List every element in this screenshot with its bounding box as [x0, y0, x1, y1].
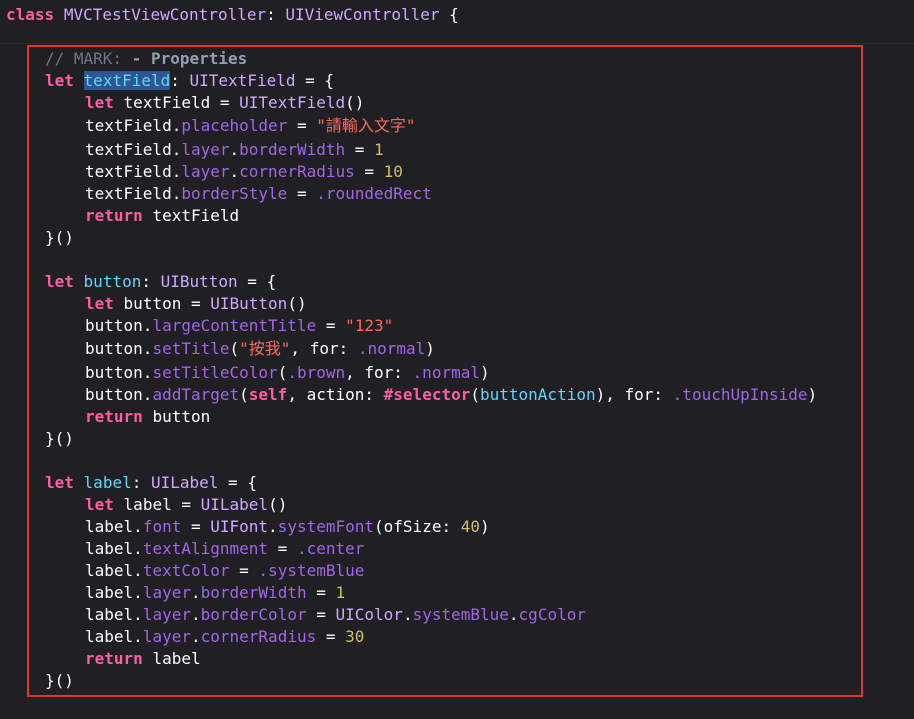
editor-divider [0, 43, 914, 44]
code-line: label.textColor = .systemBlue [85, 561, 365, 580]
selected-text[interactable]: textField [83, 71, 171, 90]
code-line-mark: // MARK: - Properties [45, 49, 248, 68]
code-line: return label [85, 649, 201, 668]
code-line: textField.layer.cornerRadius = 10 [85, 162, 403, 181]
code-line: label.textAlignment = .center [85, 539, 365, 558]
code-line: let button = UIButton() [85, 294, 307, 313]
code-line-textfield-decl: let textField: UITextField = { [45, 71, 335, 90]
code-line: label.font = UIFont.systemFont(ofSize: 4… [85, 517, 490, 536]
code-line: }() [45, 671, 74, 690]
code-line: }() [45, 429, 74, 448]
code-line: let textField = UITextField() [85, 93, 365, 112]
code-line: label.layer.borderColor = UIColor.system… [85, 605, 586, 624]
code-line: label.layer.cornerRadius = 30 [85, 627, 365, 646]
code-line: textField.layer.borderWidth = 1 [85, 140, 384, 159]
code-line: return textField [85, 206, 240, 225]
code-line: button.largeContentTitle = "123" [85, 316, 394, 335]
code-line: textField.borderStyle = .roundedRect [85, 184, 432, 203]
code-line: button.setTitle("按我", for: .normal) [85, 339, 435, 358]
code-line: return button [85, 407, 211, 426]
code-editor[interactable]: class MVCTestViewController: UIViewContr… [0, 0, 914, 719]
code-line: button.addTarget(self, action: #selector… [85, 385, 818, 404]
code-line: label.layer.borderWidth = 1 [85, 583, 346, 602]
code-line: let label = UILabel() [85, 495, 288, 514]
code-line: }() [45, 228, 74, 247]
code-line-label-decl: let label: UILabel = { [45, 473, 257, 492]
code-line-button-decl: let button: UIButton = { [45, 272, 277, 291]
code-line: textField.placeholder = "請輸入文字" [85, 116, 416, 135]
code-line-class-decl: class MVCTestViewController: UIViewContr… [6, 5, 459, 24]
code-line: button.setTitleColor(.brown, for: .norma… [85, 363, 490, 382]
